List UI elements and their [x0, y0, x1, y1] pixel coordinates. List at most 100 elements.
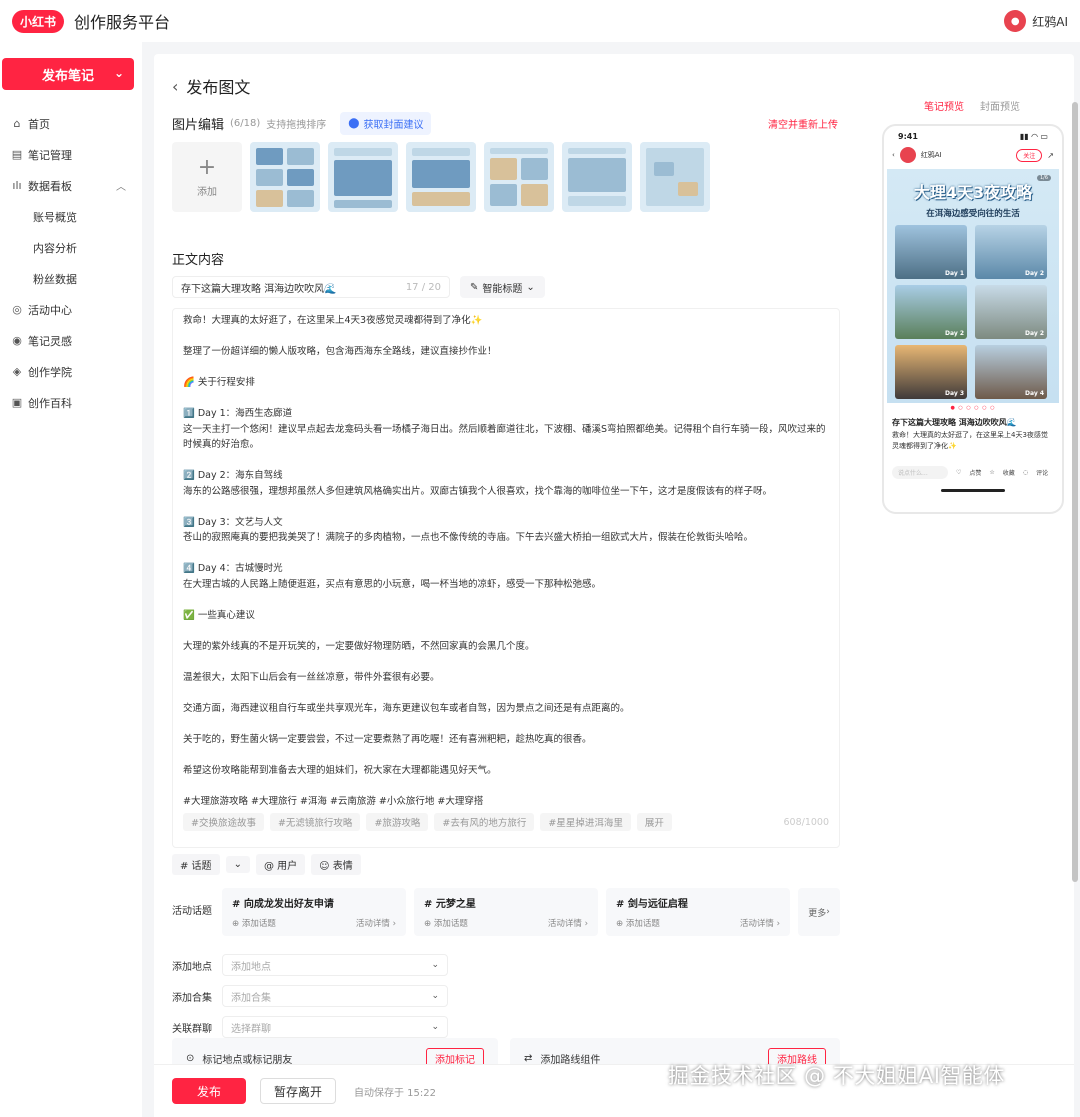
activity-card[interactable]: # 元梦之星 ⊕ 添加话题 活动详情 › — [414, 888, 598, 936]
add-topic-link[interactable]: ⊕ 添加话题 — [232, 917, 276, 929]
publish-panel: ‹ 发布图文 图片编辑 (6/18) 支持拖拽排序 ⬤ 获取封面建议 清空并重新… — [154, 54, 1074, 1117]
image-thumbnail[interactable] — [250, 142, 320, 212]
emoji-button[interactable]: ☺ 表情 — [311, 854, 361, 875]
tab-note-preview[interactable]: 笔记预览 — [924, 98, 964, 113]
body-text-editor[interactable]: 救命！大理真的太好逛了，在这里呆上4天3夜感觉灵魂都得到了净化✨ 整理了一份超详细… — [172, 308, 840, 848]
smart-title-button[interactable]: ✎ 智能标题 ⌄ — [460, 276, 545, 298]
body-paragraph: 希望这份攻略能帮到准备去大理的姐妹们，祝大家在大理都能遇见好天气。 — [183, 764, 497, 776]
chevron-down-icon[interactable]: ⌄ — [225, 856, 250, 873]
location-field-row: 添加地点 添加地点 ⌄ — [172, 954, 448, 976]
star-icon: ☆ — [989, 469, 995, 476]
body-paragraph: ✅ 一些真心建议 — [183, 609, 255, 621]
home-icon: ⌂ — [13, 117, 21, 130]
sidebar-item-content-analysis[interactable]: 内容分析 — [0, 232, 142, 263]
top-header: 小红书 创作服务平台 ● 红鸦AI — [0, 0, 1080, 42]
body-paragraph: 整理了一份超详细的懒人版攻略，包含海西海东全路线，建议直接抄作业！ — [183, 346, 497, 357]
cover-suggestion-button[interactable]: ⬤ 获取封面建议 — [340, 112, 432, 135]
main-canvas: ‹ 发布图文 图片编辑 (6/18) 支持拖拽排序 ⬤ 获取封面建议 清空并重新… — [142, 42, 1080, 1117]
sidebar-item-note-inspiration[interactable]: ◉ 笔记灵感 — [0, 325, 142, 356]
activity-detail-link[interactable]: 活动详情 › — [356, 917, 396, 929]
xiaohongshu-logo[interactable]: 小红书 — [12, 9, 65, 33]
tab-cover-preview[interactable]: 封面预览 — [980, 98, 1020, 113]
account-menu[interactable]: ● 红鸦AI — [1004, 10, 1068, 32]
image-thumbnail[interactable] — [562, 142, 632, 212]
sidebar-item-label: 首页 — [28, 117, 50, 131]
sidebar-item-creator-wiki[interactable]: ▣ 创作百科 — [0, 387, 142, 418]
activity-card[interactable]: # 向成龙发出好友申请 ⊕ 添加话题 活动详情 › — [222, 888, 406, 936]
note-title-input[interactable]: 存下这篇大理攻略 洱海边吹吹风🌊 17 / 20 — [172, 276, 450, 298]
sidebar-item-activity-center[interactable]: ◎ 活动中心 — [0, 294, 142, 325]
add-topic-link[interactable]: ⊕ 添加话题 — [424, 917, 468, 929]
cover-suggestion-label: 获取封面建议 — [363, 120, 424, 131]
follow-button: 关注 — [1016, 148, 1043, 162]
note-title-value: 存下这篇大理攻略 洱海边吹吹风🌊 — [181, 283, 337, 295]
chevron-down-icon[interactable]: ⌄ — [114, 66, 124, 80]
sidebar-item-label: 创作百科 — [28, 396, 72, 410]
sidebar-item-note-management[interactable]: ▤ 笔记管理 — [0, 139, 142, 170]
page-title: 发布图文 — [186, 78, 251, 97]
suggested-tag-chip[interactable]: #无滤镜旅行攻略 — [269, 813, 361, 831]
sidebar-item-label: 笔记管理 — [28, 148, 72, 162]
phone-preview: 9:41 ▮▮ ◠ ▭ ‹ 红鸦AI 关注 ↗ 1/6 大理4天3夜攻略 在洱海… — [882, 124, 1064, 514]
title-char-count: 17 / 20 — [405, 281, 441, 293]
suggested-tag-chip[interactable]: #交换旅途故事 — [183, 813, 264, 831]
comment-icon: ◌ — [1022, 469, 1029, 476]
cover-photo: Day 2 — [975, 285, 1047, 339]
sidebar-item-fan-data[interactable]: 粉丝数据 — [0, 263, 142, 294]
image-thumbnail[interactable] — [406, 142, 476, 212]
autosave-status: 自动保存于 15:22 — [354, 1087, 436, 1099]
sidebar-item-label: 活动中心 — [28, 303, 72, 317]
add-topic-link[interactable]: ⊕ 添加话题 — [616, 917, 660, 929]
activity-detail-link[interactable]: 活动详情 › — [740, 917, 780, 929]
collection-select[interactable]: 添加合集 ⌄ — [222, 985, 448, 1007]
more-activities-button[interactable]: 更多 › — [798, 888, 840, 936]
activity-topic-label: 活动话题 — [172, 906, 212, 917]
cover-subtitle: 在洱海边感受向往的生活 — [926, 209, 1020, 219]
activity-topic-cards: # 向成龙发出好友申请 ⊕ 添加话题 活动详情 › # 元梦之星 ⊕ 添加话题 活动… — [222, 888, 840, 936]
plus-icon: + — [197, 154, 217, 180]
chevron-up-icon[interactable]: ︿ — [116, 178, 126, 193]
save-draft-button[interactable]: 暂存离开 — [260, 1078, 336, 1104]
clear-reupload-link[interactable]: 清空并重新上传 — [768, 116, 838, 131]
topic-button[interactable]: # 话题 — [172, 854, 220, 875]
activity-detail-link[interactable]: 活动详情 › — [548, 917, 588, 929]
expand-tags-button[interactable]: 展开 — [636, 813, 672, 831]
body-paragraph: 关于吃的，野生菌火锅一定要尝尝，不过一定要煮熟了再吃喔！还有喜洲粑粑，趁热吃真的… — [183, 733, 592, 745]
wiki-icon: ▣ — [11, 396, 23, 409]
account-avatar[interactable]: ● — [1004, 10, 1027, 32]
group-chat-select[interactable]: 选择群聊 ⌄ — [222, 1016, 448, 1038]
image-thumbnail[interactable] — [640, 142, 710, 212]
cover-photo: Day 4 — [975, 345, 1047, 399]
publish-note-button[interactable]: 发布笔记 ⌄ — [2, 58, 134, 90]
body-paragraph: 大理的紫外线真的不是开玩笑的，一定要做好物理防晒，不然回家真的会黑几个度。 — [183, 640, 535, 652]
account-name[interactable]: 红鸦AI — [1032, 13, 1068, 30]
image-count: (6/18) — [230, 118, 261, 129]
page-scrollbar[interactable] — [1072, 102, 1078, 882]
magic-pen-icon: ✎ — [470, 281, 479, 293]
publish-note-label: 发布笔记 — [41, 68, 94, 84]
sidebar-item-account-overview[interactable]: 账号概览 — [0, 201, 142, 232]
mention-user-button[interactable]: @ 用户 — [255, 854, 306, 875]
body-paragraph: 这一天主打一个悠闲！建议早点起去龙龛码头看一场橘子海日出。然后顺着廊道往北，下波… — [183, 423, 826, 451]
image-thumbnails: + 添加 — [172, 142, 710, 212]
suggested-tag-chip[interactable]: #星星掉进洱海里 — [540, 813, 631, 831]
suggested-tag-chip[interactable]: #旅游攻略 — [366, 813, 429, 831]
add-image-button[interactable]: + 添加 — [172, 142, 242, 212]
activity-card[interactable]: # 剑与远征启程 ⊕ 添加话题 活动详情 › — [606, 888, 790, 936]
publish-button[interactable]: 发布 — [172, 1078, 246, 1104]
sidebar-item-home[interactable]: ⌂ 首页 — [0, 108, 142, 139]
image-thumbnail[interactable] — [484, 142, 554, 212]
sidebar-item-creator-academy[interactable]: ◈ 创作学院 — [0, 356, 142, 387]
image-thumbnail[interactable] — [328, 142, 398, 212]
drag-sort-hint: 支持拖拽排序 — [266, 120, 327, 131]
suggested-tag-chip[interactable]: #去有风的地方旅行 — [434, 813, 535, 831]
location-select[interactable]: 添加地点 ⌄ — [222, 954, 448, 976]
group-chat-label: 关联群聊 — [172, 1023, 212, 1035]
sidebar-item-data-board[interactable]: ılı 数据看板 ︿ — [0, 170, 142, 201]
body-paragraph: 4️⃣ Day 4：古城慢时光 — [183, 563, 283, 574]
back-arrow-icon[interactable]: ‹ — [172, 77, 178, 96]
image-edit-title: 图片编辑 — [172, 118, 225, 133]
